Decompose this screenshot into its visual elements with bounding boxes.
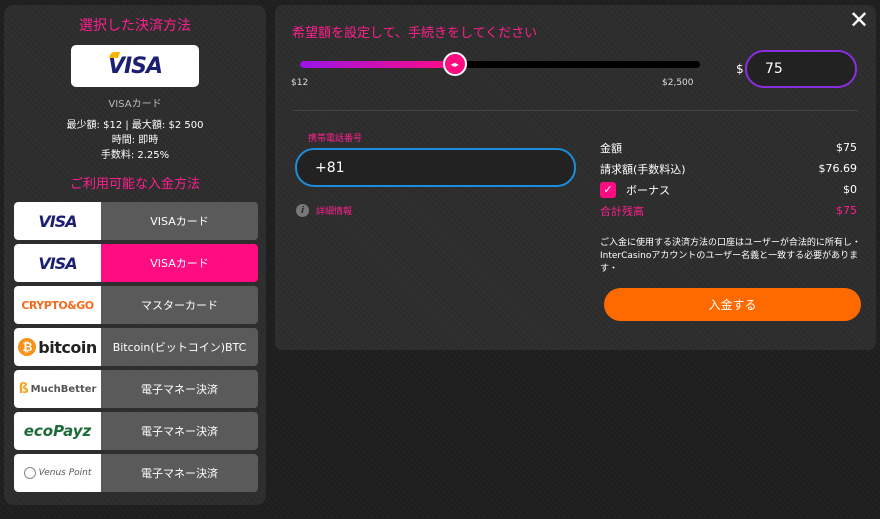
bitcoin-icon: ₿ <box>18 338 37 356</box>
amount-instructions: 希望額を設定して、手続きをしてください <box>292 26 538 41</box>
bonus-toggle[interactable]: ✓ ボーナス <box>600 181 670 198</box>
venuspoint-logo-text: Venus Point <box>38 468 92 478</box>
check-icon[interactable]: ✓ <box>600 181 616 198</box>
method-time: 時間: 即時 <box>111 135 159 146</box>
divider <box>293 110 858 111</box>
summary-total-label: 合計残高 <box>600 204 644 218</box>
visa-logo: VISA <box>38 253 77 273</box>
currency-symbol: $ <box>736 62 744 76</box>
venuspoint-icon <box>23 467 36 479</box>
muchbetter-logo-text: MuchBetter <box>30 383 97 395</box>
summary-bonus-value: $0 <box>843 183 857 196</box>
deposit-button[interactable]: 入金する <box>604 288 861 321</box>
available-methods-title: ご利用可能な入金方法 <box>69 177 200 192</box>
method-list: VISA VISAカード VISA VISAカード CRYPTO&GO マスター… <box>14 202 258 496</box>
method-ecopayz[interactable]: ecoPayz 電子マネー決済 <box>14 412 258 450</box>
visa-logo: VISA <box>38 211 77 231</box>
ownership-notice: ご入金に使用する決済方法の口座はユーザーが合法的に所有し・InterCasino… <box>600 238 861 274</box>
selected-method-logo: VISA <box>71 45 199 87</box>
summary-bonus-row: ✓ ボーナス $0 <box>600 179 857 200</box>
summary-bonus-label: ボーナス <box>626 183 670 197</box>
summary-billed-value: $76.69 <box>818 162 858 175</box>
method-label: 電子マネー決済 <box>101 454 258 492</box>
amount-input[interactable] <box>745 50 857 88</box>
detail-info-link[interactable]: i 詳細情報 <box>296 204 352 217</box>
method-logo: ₿ bitcoin <box>14 328 101 366</box>
selected-method-name: VISAカード <box>108 99 162 110</box>
slider-handle[interactable]: ◂▸ <box>442 52 467 76</box>
method-logo: CRYPTO&GO <box>14 286 101 324</box>
method-venuspoint[interactable]: Venus Point 電子マネー決済 <box>14 454 258 492</box>
method-logo: VISA <box>14 202 101 240</box>
summary-amount-row: 金額 $75 <box>600 137 857 158</box>
ecopayz-logo: ecoPayz <box>23 422 92 440</box>
slider-fill <box>300 61 455 68</box>
method-label: Bitcoin(ビットコイン)BTC <box>101 328 258 366</box>
amount-slider[interactable]: ◂▸ <box>300 52 700 76</box>
method-mastercard[interactable]: CRYPTO&GO マスターカード <box>14 286 258 324</box>
crypto-and-go-logo: CRYPTO&GO <box>21 298 94 312</box>
detail-info-label: 詳細情報 <box>316 207 353 217</box>
visa-logo: VISA <box>107 53 163 79</box>
info-icon: i <box>296 204 309 217</box>
selected-method-title: 選択した決済方法 <box>79 18 191 34</box>
summary-total-row: 合計残高 $75 <box>600 200 857 221</box>
selected-method-panel: 選択した決済方法 VISA VISAカード 最少額: $12 | 最大額: $2… <box>4 5 266 505</box>
summary-total-value: $75 <box>836 204 857 217</box>
method-fee: 手数料: 2.25% <box>100 150 170 161</box>
bitcoin-logo: ₿ bitcoin <box>18 337 97 357</box>
muchbetter-logo: ß MuchBetter <box>19 381 97 397</box>
summary-billed-row: 請求額(手数料込) $76.69 <box>600 158 857 179</box>
method-label: マスターカード <box>101 286 258 324</box>
method-info: 最少額: $12 | 最大額: $2 500 時間: 即時 手数料: 2.25% <box>4 118 266 163</box>
method-label: VISAカード <box>101 202 258 240</box>
method-label: 電子マネー決済 <box>101 370 258 408</box>
method-visa-2[interactable]: VISA VISAカード <box>14 244 258 282</box>
method-logo: ecoPayz <box>14 412 101 450</box>
method-visa-1[interactable]: VISA VISAカード <box>14 202 258 240</box>
summary-billed-label: 請求額(手数料込) <box>600 162 686 176</box>
method-muchbetter[interactable]: ß MuchBetter 電子マネー決済 <box>14 370 258 408</box>
muchbetter-icon: ß <box>18 381 29 397</box>
phone-input[interactable] <box>295 148 576 187</box>
venuspoint-logo: Venus Point <box>23 467 92 479</box>
method-logo: ß MuchBetter <box>14 370 101 408</box>
method-limits: 最少額: $12 | 最大額: $2 500 <box>66 120 204 131</box>
close-icon[interactable]: ✕ <box>847 8 871 32</box>
method-label: 電子マネー決済 <box>101 412 258 450</box>
summary-amount-label: 金額 <box>600 141 622 155</box>
method-bitcoin[interactable]: ₿ bitcoin Bitcoin(ビットコイン)BTC <box>14 328 258 366</box>
method-logo: Venus Point <box>14 454 101 492</box>
summary-amount-value: $75 <box>836 141 857 154</box>
deposit-summary: 金額 $75 請求額(手数料込) $76.69 ✓ ボーナス $0 合計残高 $… <box>600 137 857 221</box>
bitcoin-logo-text: bitcoin <box>38 337 97 357</box>
method-label: VISAカード <box>101 244 258 282</box>
slider-min-label: $12 <box>291 78 309 88</box>
phone-label: 携帯電話番号 <box>308 134 363 144</box>
slider-max-label: $2,500 <box>662 78 694 88</box>
method-logo: VISA <box>14 244 101 282</box>
